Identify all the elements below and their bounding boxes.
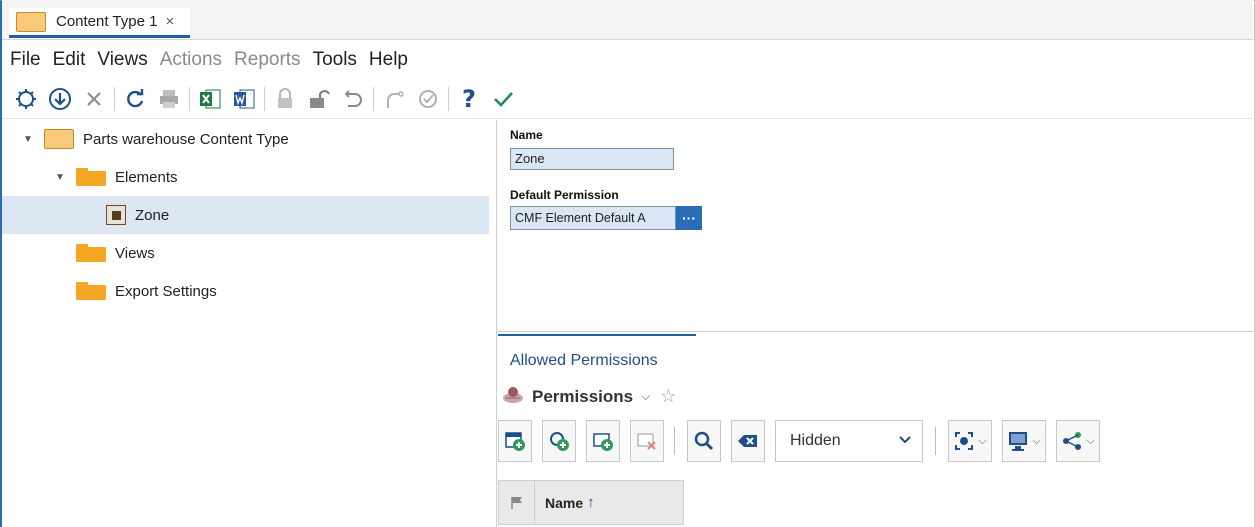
toolbar-separator	[264, 86, 265, 111]
tab-strip: Content Type 1 ×	[2, 0, 1253, 40]
folder-icon	[76, 282, 106, 300]
download-icon[interactable]	[46, 85, 74, 113]
tree-item-elements[interactable]: ▼ Elements	[2, 158, 496, 196]
toolbar-separator	[189, 86, 190, 111]
tab-content-type[interactable]: Content Type 1 ×	[9, 8, 190, 38]
layout-button[interactable]: ⌵	[1002, 420, 1046, 462]
tree-item-root[interactable]: ▼ Parts warehouse Content Type	[2, 120, 496, 158]
element-icon	[106, 205, 126, 225]
expand-caret-icon[interactable]: ▼	[54, 172, 66, 183]
content-type-icon	[16, 11, 46, 32]
tree-item-label: Elements	[115, 168, 178, 186]
sort-ascending-icon: ↑	[587, 494, 595, 511]
tree-item-label: Views	[115, 244, 155, 262]
permissions-icon	[502, 384, 524, 409]
close-icon[interactable]: ×	[165, 13, 174, 30]
toolbar-separator	[674, 427, 675, 455]
permissions-grid-toolbar: Hidden ⌵ ⌵ ⌵	[498, 419, 1110, 463]
menu-reports[interactable]: Reports	[234, 49, 301, 71]
favorite-star-icon[interactable]: ☆	[660, 386, 676, 407]
tree-item-views[interactable]: Views	[2, 234, 496, 272]
name-label: Name	[510, 128, 543, 142]
unlock-icon[interactable]	[305, 85, 333, 113]
add-new-button[interactable]	[498, 420, 532, 462]
menu-edit[interactable]: Edit	[53, 49, 86, 71]
menu-help[interactable]: Help	[369, 49, 408, 71]
search-icon[interactable]	[687, 420, 721, 462]
chevron-down-icon: ⌵	[1032, 434, 1041, 447]
toolbar-separator	[448, 86, 449, 111]
menu-bar: File Edit Views Actions Reports Tools He…	[2, 44, 420, 76]
tree-item-zone[interactable]: Zone	[2, 196, 489, 234]
content-type-icon	[44, 129, 74, 149]
share-button[interactable]: ⌵	[1056, 420, 1100, 462]
folder-icon	[76, 168, 106, 186]
chevron-down-icon: ⌵	[1086, 434, 1095, 447]
toolbar-separator	[935, 427, 936, 455]
settings-icon[interactable]	[12, 85, 40, 113]
visibility-dropdown[interactable]: Hidden	[775, 420, 923, 462]
dropdown-value: Hidden	[790, 432, 841, 449]
focus-view-button[interactable]: ⌵	[948, 420, 992, 462]
redirect-icon[interactable]	[380, 85, 408, 113]
help-glyph: ?	[462, 84, 476, 113]
validate-icon[interactable]	[414, 85, 442, 113]
vertical-splitter[interactable]	[496, 120, 497, 527]
column-name-label: Name	[545, 494, 584, 511]
tab-allowed-permissions[interactable]: Allowed Permissions	[498, 334, 696, 374]
expand-caret-icon[interactable]: ▼	[22, 134, 34, 145]
properties-panel: Name Zone Default Permission CMF Element…	[510, 128, 702, 230]
permissions-grid-header: Permissions ⌵ ☆	[502, 384, 676, 409]
add-existing-button[interactable]	[586, 420, 620, 462]
default-permission-label: Default Permission	[510, 188, 619, 202]
default-permission-picker: CMF Element Default A ···	[510, 206, 703, 230]
permissions-grid-column-header: Name ↑	[498, 480, 684, 525]
permissions-view-title[interactable]: Permissions	[532, 387, 633, 407]
undo-icon[interactable]	[339, 85, 367, 113]
toolbar-separator	[114, 86, 115, 111]
content-type-tree: ▼ Parts warehouse Content Type ▼ Element…	[2, 120, 496, 527]
add-from-settings-button[interactable]	[542, 420, 576, 462]
menu-file[interactable]: File	[10, 49, 41, 71]
column-header-name[interactable]: Name ↑	[535, 481, 683, 524]
toolbar-separator	[373, 86, 374, 111]
tab-label: Content Type 1	[56, 13, 158, 30]
checkmark-icon[interactable]	[489, 85, 517, 113]
lock-icon[interactable]	[271, 85, 299, 113]
tree-item-export-settings[interactable]: Export Settings	[2, 272, 496, 310]
cancel-icon[interactable]	[80, 85, 108, 113]
horizontal-splitter[interactable]	[497, 331, 1253, 332]
allowed-permissions-title: Allowed Permissions	[510, 352, 658, 369]
tree-item-label: Zone	[135, 206, 170, 224]
folder-icon	[76, 244, 106, 262]
tree-item-label: Parts warehouse Content Type	[83, 130, 289, 148]
menu-tools[interactable]: Tools	[313, 49, 357, 71]
menu-views[interactable]: Views	[97, 49, 147, 71]
refresh-icon[interactable]	[121, 85, 149, 113]
menu-actions[interactable]: Actions	[160, 49, 222, 71]
chevron-down-icon[interactable]: ⌵	[641, 389, 650, 404]
chevron-down-icon	[898, 432, 912, 450]
clear-filter-icon[interactable]	[731, 420, 765, 462]
flag-icon[interactable]	[499, 481, 535, 524]
excel-icon[interactable]	[196, 85, 224, 113]
chevron-down-icon: ⌵	[978, 434, 987, 447]
default-permission-field[interactable]: CMF Element Default A	[510, 206, 676, 230]
word-icon[interactable]	[230, 85, 258, 113]
name-field[interactable]: Zone	[510, 148, 674, 170]
help-icon[interactable]: ?	[455, 85, 483, 113]
browse-button[interactable]: ···	[676, 206, 702, 230]
tree-item-label: Export Settings	[115, 282, 217, 300]
print-icon[interactable]	[155, 85, 183, 113]
remove-button[interactable]	[630, 420, 664, 462]
main-toolbar: ?	[2, 79, 1253, 119]
